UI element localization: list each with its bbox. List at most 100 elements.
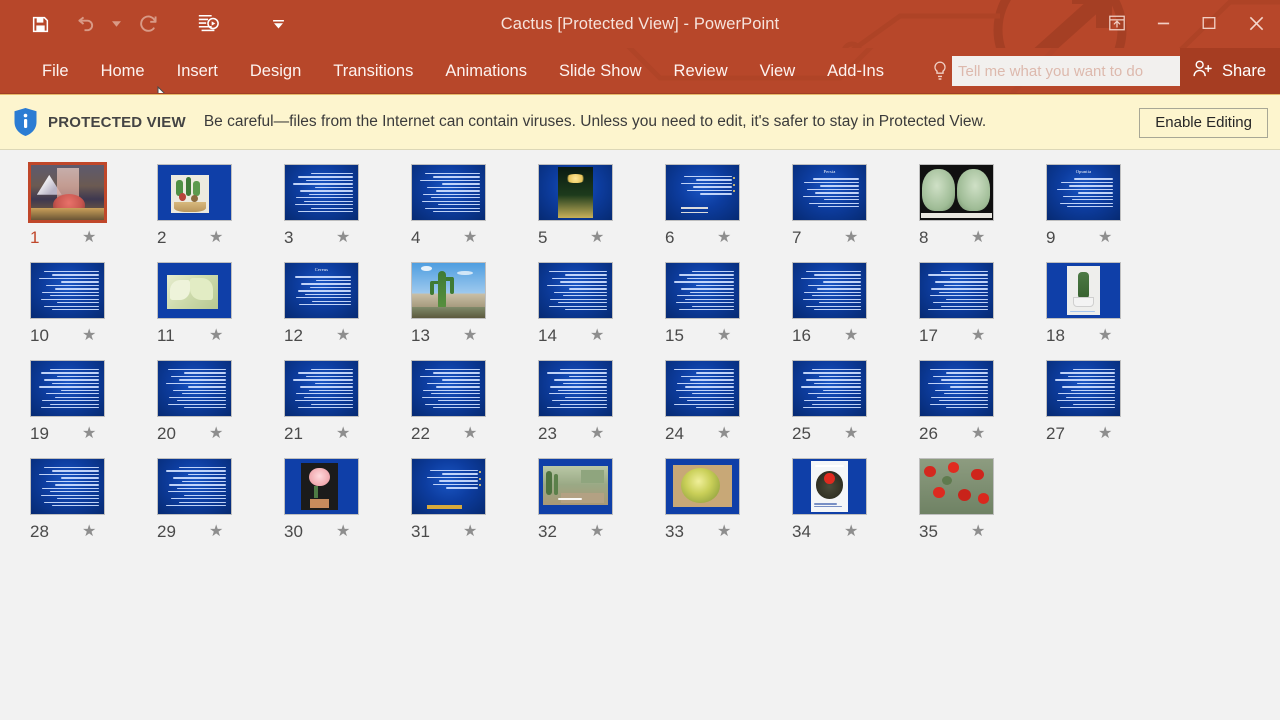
star-icon[interactable]: ★ [336,328,350,344]
star-icon[interactable]: ★ [209,230,223,246]
slide-cell-3[interactable]: 3 ★ [284,164,411,248]
slide-thumbnail[interactable] [665,458,740,515]
slide-cell-4[interactable]: 4 ★ [411,164,538,248]
slide-cell-27[interactable]: 27 ★ [1046,360,1173,444]
star-icon[interactable]: ★ [82,524,96,540]
slide-thumbnail[interactable] [538,360,613,417]
star-icon[interactable]: ★ [844,524,858,540]
slide-cell-2[interactable]: 2 ★ [157,164,284,248]
save-icon[interactable] [18,4,62,44]
slide-cell-24[interactable]: 24 ★ [665,360,792,444]
slide-thumbnail[interactable] [157,458,232,515]
slide-thumbnail[interactable] [157,360,232,417]
star-icon[interactable]: ★ [82,328,96,344]
slide-thumbnail[interactable] [30,262,105,319]
slide-cell-5[interactable]: 5 ★ [538,164,665,248]
slide-cell-9[interactable]: Opuntia 9 ★ [1046,164,1173,248]
slide-thumbnail[interactable] [411,458,486,515]
slide-cell-35[interactable]: 35 ★ [919,458,1046,542]
star-icon[interactable]: ★ [1098,230,1112,246]
minimize-icon[interactable] [1140,0,1186,46]
slide-thumbnail[interactable]: Persia [792,164,867,221]
slide-thumbnail[interactable] [284,360,359,417]
slide-cell-11[interactable]: 11 ★ [157,262,284,346]
star-icon[interactable]: ★ [844,230,858,246]
slide-thumbnail[interactable] [919,458,994,515]
slide-thumbnail[interactable]: Cereus [284,262,359,319]
slide-cell-8[interactable]: 8 ★ [919,164,1046,248]
slide-thumbnail[interactable] [30,458,105,515]
tab-file[interactable]: File [26,48,85,93]
slide-thumbnail[interactable] [919,164,994,221]
start-slideshow-icon[interactable] [186,4,230,44]
slide-cell-26[interactable]: 26 ★ [919,360,1046,444]
star-icon[interactable]: ★ [1098,328,1112,344]
star-icon[interactable]: ★ [844,426,858,442]
quick-access-toolbar[interactable] [18,0,288,48]
undo-icon[interactable] [62,4,106,44]
star-icon[interactable]: ★ [82,426,96,442]
close-icon[interactable] [1232,0,1280,46]
slide-thumbnail[interactable] [157,164,232,221]
slide-thumbnail[interactable] [792,458,867,515]
slide-thumbnail[interactable] [411,262,486,319]
tab-design[interactable]: Design [234,48,317,93]
redo-icon[interactable] [126,4,170,44]
slide-cell-33[interactable]: 33 ★ [665,458,792,542]
slide-cell-28[interactable]: 28 ★ [30,458,157,542]
tab-home[interactable]: Home [85,48,161,93]
tab-animations[interactable]: Animations [429,48,543,93]
slide-thumbnail[interactable] [919,360,994,417]
slide-cell-25[interactable]: 25 ★ [792,360,919,444]
slide-thumbnail[interactable] [284,458,359,515]
star-icon[interactable]: ★ [209,426,223,442]
slide-cell-32[interactable]: 32 ★ [538,458,665,542]
star-icon[interactable]: ★ [463,328,477,344]
slide-thumbnail[interactable] [30,360,105,417]
window-controls[interactable] [1094,0,1280,46]
slide-cell-18[interactable]: 18 ★ [1046,262,1173,346]
slide-thumbnail[interactable] [919,262,994,319]
tab-insert[interactable]: Insert [161,48,234,93]
slide-thumbnail[interactable] [411,164,486,221]
slide-cell-30[interactable]: 30 ★ [284,458,411,542]
slide-cell-12[interactable]: Cereus 12 ★ [284,262,411,346]
tell-me-area[interactable] [928,48,1180,93]
slide-cell-14[interactable]: 14 ★ [538,262,665,346]
slide-thumbnail[interactable] [665,164,740,221]
tab-transitions[interactable]: Transitions [317,48,429,93]
tab-view[interactable]: View [744,48,811,93]
slide-thumbnail[interactable] [792,262,867,319]
slide-thumbnail[interactable] [665,360,740,417]
star-icon[interactable]: ★ [463,426,477,442]
slide-cell-20[interactable]: 20 ★ [157,360,284,444]
star-icon[interactable]: ★ [971,524,985,540]
slide-cell-23[interactable]: 23 ★ [538,360,665,444]
slide-cell-16[interactable]: 16 ★ [792,262,919,346]
customize-qat-icon[interactable] [268,4,288,44]
ribbon-display-options-icon[interactable] [1094,0,1140,46]
star-icon[interactable]: ★ [1098,426,1112,442]
star-icon[interactable]: ★ [717,524,731,540]
slide-thumbnail[interactable] [538,164,613,221]
star-icon[interactable]: ★ [590,230,604,246]
slide-thumbnail[interactable] [157,262,232,319]
slide-cell-10[interactable]: 10 ★ [30,262,157,346]
star-icon[interactable]: ★ [209,524,223,540]
tab-slide-show[interactable]: Slide Show [543,48,658,93]
star-icon[interactable]: ★ [336,230,350,246]
slide-cell-21[interactable]: 21 ★ [284,360,411,444]
tab-review[interactable]: Review [658,48,744,93]
star-icon[interactable]: ★ [590,328,604,344]
slide-cell-17[interactable]: 17 ★ [919,262,1046,346]
slide-cell-31[interactable]: 31 ★ [411,458,538,542]
slide-thumbnail[interactable] [538,458,613,515]
star-icon[interactable]: ★ [717,328,731,344]
share-button[interactable]: Share [1179,48,1280,93]
enable-editing-button[interactable]: Enable Editing [1139,108,1268,138]
star-icon[interactable]: ★ [590,426,604,442]
slide-cell-19[interactable]: 19 ★ [30,360,157,444]
star-icon[interactable]: ★ [336,426,350,442]
search-input[interactable] [952,56,1180,86]
star-icon[interactable]: ★ [463,524,477,540]
